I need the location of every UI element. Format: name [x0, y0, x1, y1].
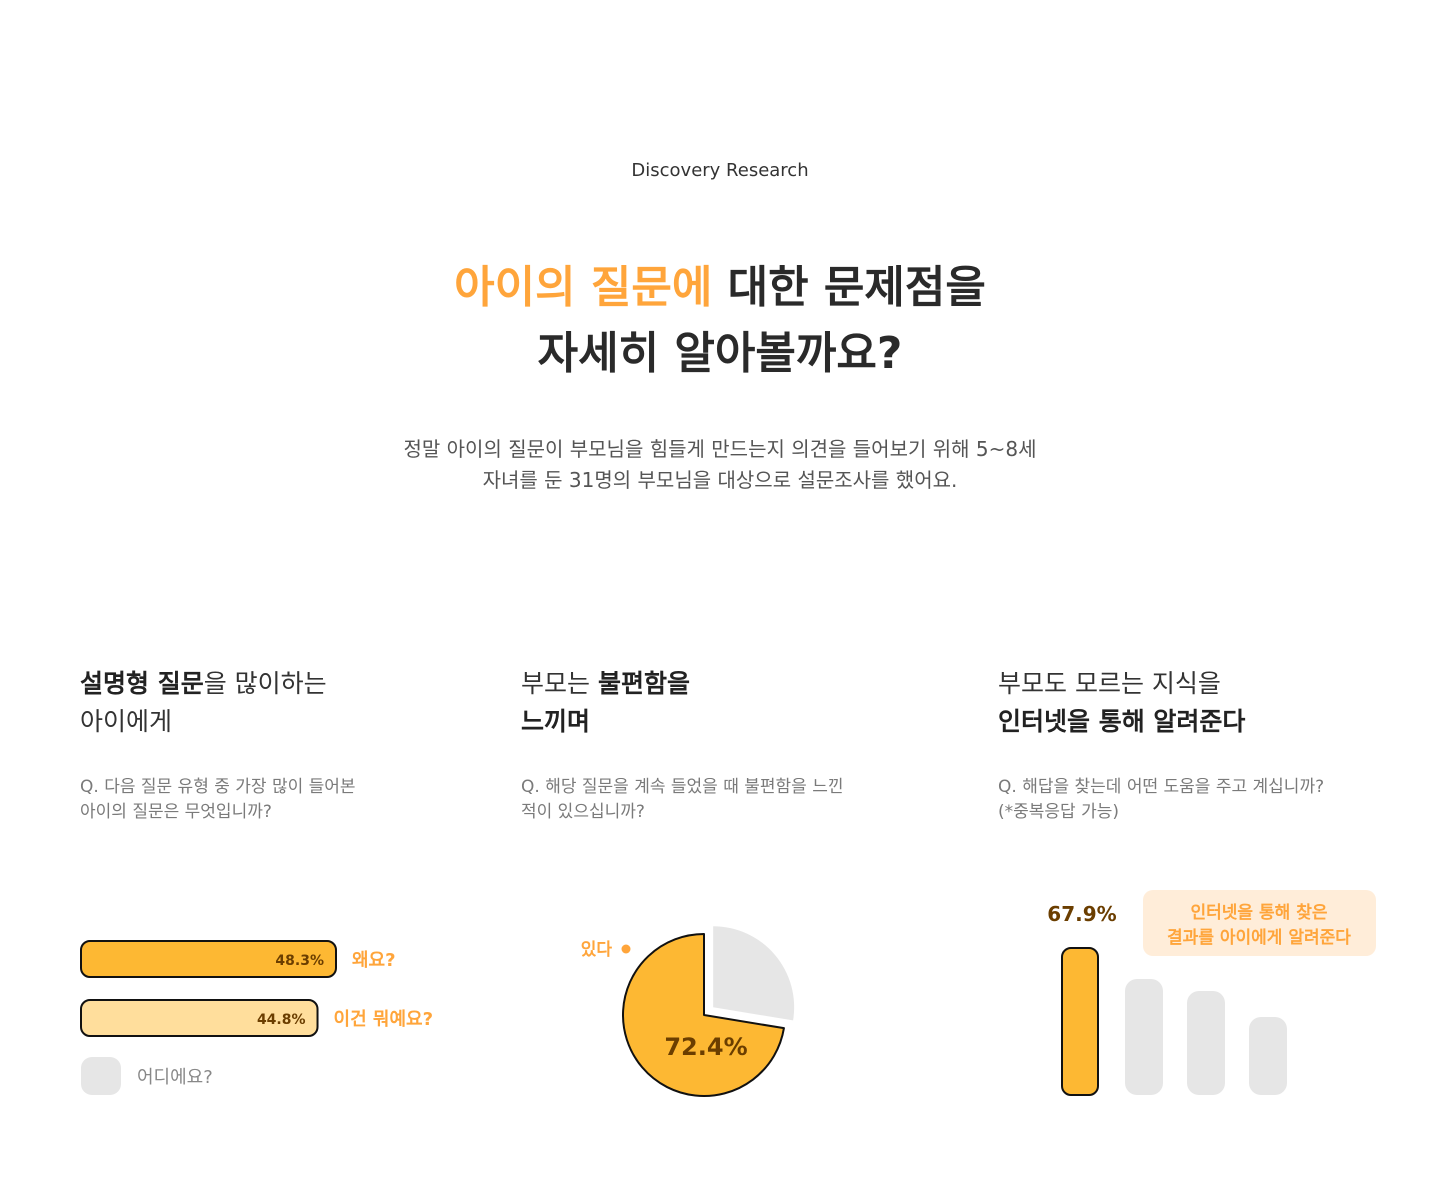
bar-value-label: 44.8% [257, 1012, 306, 1028]
pie-legend-dot [621, 944, 631, 954]
finding-title-bold: 불편함을 [597, 669, 690, 698]
finding-discomfort: 부모는 불편함을 느끼며 Q. 해당 질문을 계속 들었을 때 불편함을 느낀 … [521, 665, 844, 822]
survey-question-line1: Q. 다음 질문 유형 중 가장 많이 들어본 [80, 777, 356, 797]
headline-accent: 아이의 질문에 [454, 262, 713, 313]
finding-title-bold: 설명형 질문 [80, 669, 204, 698]
survey-question-line2: (*중복응답 가능) [998, 802, 1120, 822]
bar-value-label: 67.9% [1047, 902, 1116, 926]
callout-text-line1: 인터넷을 통해 찾은 [1191, 902, 1328, 923]
survey-question-line1: Q. 해당 질문을 계속 들었을 때 불편함을 느낀 [521, 777, 844, 797]
bar-category-label: 어디에요? [137, 1067, 213, 1088]
bar [81, 1057, 121, 1095]
help-type-bar-chart: 67.9% 인터넷을 통해 찾은결과를 아이에게 알려준다 [1047, 890, 1376, 1096]
finding-title: 부모도 모르는 지식을 인터넷을 통해 알려준다 [998, 665, 1245, 741]
finding-title-plain: 부모는 [521, 669, 598, 698]
finding-internet-help: 부모도 모르는 지식을 인터넷을 통해 알려준다 Q. 해답을 찾는데 어떤 도… [998, 665, 1324, 822]
bar [1061, 947, 1099, 1096]
lead-line-1: 정말 아이의 질문이 부모님을 힘들게 만드는지 의견을 들어보기 위해 5~8… [403, 437, 1037, 461]
survey-question: Q. 해당 질문을 계속 들었을 때 불편함을 느낀 적이 있으십니까? [521, 775, 941, 825]
headline-line-1: 아이의 질문에 대한 문제점을 [454, 262, 986, 313]
bar [1187, 991, 1225, 1095]
finding-title-line2: 아이에게 [80, 707, 173, 736]
finding-title-line2: 인터넷을 통해 알려준다 [998, 707, 1246, 736]
headline-rest: 대한 문제점을 [712, 262, 986, 313]
bar-category-label: 이건 뭐예요? [334, 1009, 434, 1030]
finding-title: 부모는 불편함을 느끼며 [521, 665, 690, 741]
question-type-bar-chart: 48.3% 왜요? 44.8% 이건 뭐예요? 어디에요? [80, 940, 434, 1095]
pie-slice [713, 926, 795, 1021]
section-lead: 정말 아이의 질문이 부모님을 힘들게 만드는지 의견을 들어보기 위해 5~8… [0, 434, 1440, 496]
headline-line-2: 자세히 알아볼까요? [537, 328, 903, 379]
finding-question-type: 설명형 질문을 많이하는 아이에게 Q. 다음 질문 유형 중 가장 많이 들어… [80, 665, 356, 822]
bar-value-label: 48.3% [275, 953, 324, 969]
pie-value-label: 72.4% [664, 1033, 747, 1061]
survey-question: Q. 해답을 찾는데 어떤 도움을 주고 계십니까? (*중복응답 가능) [998, 775, 1418, 825]
discomfort-pie-chart: 72.4% 있다 [581, 926, 795, 1097]
bar-category-label: 왜요? [352, 950, 396, 971]
lead-line-2: 자녀를 둔 31명의 부모님을 대상으로 설문조사를 했어요. [482, 468, 958, 492]
survey-question-line1: Q. 해답을 찾는데 어떤 도움을 주고 계십니까? [998, 777, 1325, 797]
section-eyebrow: Discovery Research [631, 160, 809, 181]
pie-legend-label: 있다 [581, 940, 613, 960]
section-headline: 아이의 질문에 대한 문제점을 자세히 알아볼까요? [0, 255, 1440, 387]
callout-text-line2: 결과를 아이에게 알려준다 [1167, 928, 1351, 948]
finding-title: 설명형 질문을 많이하는 아이에게 [80, 665, 327, 741]
bar [1125, 979, 1163, 1095]
survey-question-line2: 적이 있으십니까? [521, 802, 645, 822]
bar [1249, 1017, 1287, 1095]
finding-title-rest: 을 많이하는 [203, 669, 327, 698]
finding-title-line2: 느끼며 [521, 707, 591, 736]
finding-title-line1: 부모도 모르는 지식을 [998, 669, 1221, 698]
survey-question: Q. 다음 질문 유형 중 가장 많이 들어본 아이의 질문은 무엇입니까? [80, 775, 500, 825]
survey-question-line2: 아이의 질문은 무엇입니까? [80, 802, 272, 822]
